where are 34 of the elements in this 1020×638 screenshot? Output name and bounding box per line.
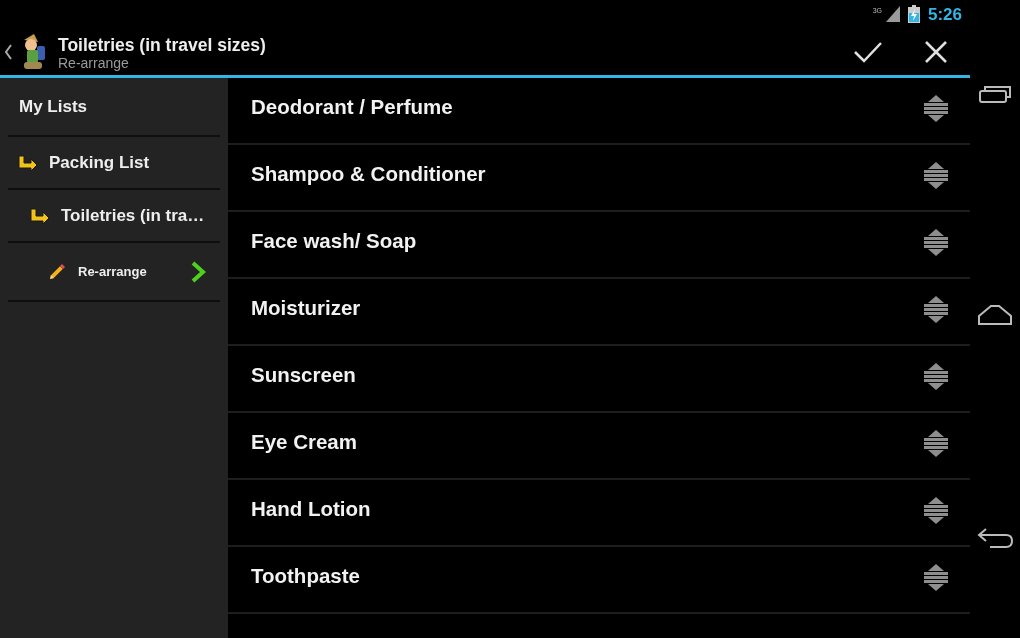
drag-handle-icon[interactable] <box>921 159 951 190</box>
list-row[interactable]: Moisturizer <box>228 279 970 346</box>
drag-handle-icon[interactable] <box>921 92 951 123</box>
recent-apps-icon[interactable] <box>978 84 1012 104</box>
list-row[interactable]: Hand Lotion <box>228 480 970 547</box>
signal-icon <box>885 6 900 22</box>
battery-charging-icon <box>907 5 920 23</box>
clock-time: 5:26 <box>927 5 962 23</box>
screen-subtitle: Re-arrange <box>58 55 130 71</box>
list-row[interactable]: Shampoo & Conditioner <box>228 145 970 212</box>
sidebar-item[interactable]: Re-arrange <box>8 243 220 302</box>
list-row[interactable]: Face wash/ Soap <box>228 212 970 279</box>
list-row[interactable]: Toothpaste <box>228 547 970 614</box>
chevron-right-icon <box>190 260 206 283</box>
sidebar-item[interactable]: My Lists <box>8 78 220 137</box>
drag-handle-icon[interactable] <box>921 494 951 525</box>
list-row[interactable]: Deodorant / Perfume <box>228 78 970 145</box>
home-icon[interactable] <box>977 304 1013 326</box>
sidebar-item[interactable]: Packing List <box>8 137 220 190</box>
close-icon <box>924 39 948 64</box>
drag-handle-icon[interactable] <box>921 226 951 257</box>
list-row[interactable]: Eye Cream <box>228 413 970 480</box>
drag-handle-icon[interactable] <box>921 427 951 458</box>
drag-handle-icon[interactable] <box>921 293 951 324</box>
pencil-icon <box>48 262 66 281</box>
bent-arrow-icon <box>30 207 50 224</box>
sidebar-item[interactable]: Toiletries (in tra… <box>8 190 220 243</box>
screen-title: Toiletries (in travel sizes) <box>58 34 266 56</box>
back-icon[interactable] <box>976 526 1014 550</box>
bent-arrow-icon <box>18 154 38 171</box>
list-row[interactable]: Sunscreen <box>228 346 970 413</box>
back-chevron-icon[interactable] <box>4 43 12 60</box>
drag-handle-icon[interactable] <box>921 561 951 592</box>
drag-handle-icon[interactable] <box>921 360 951 391</box>
